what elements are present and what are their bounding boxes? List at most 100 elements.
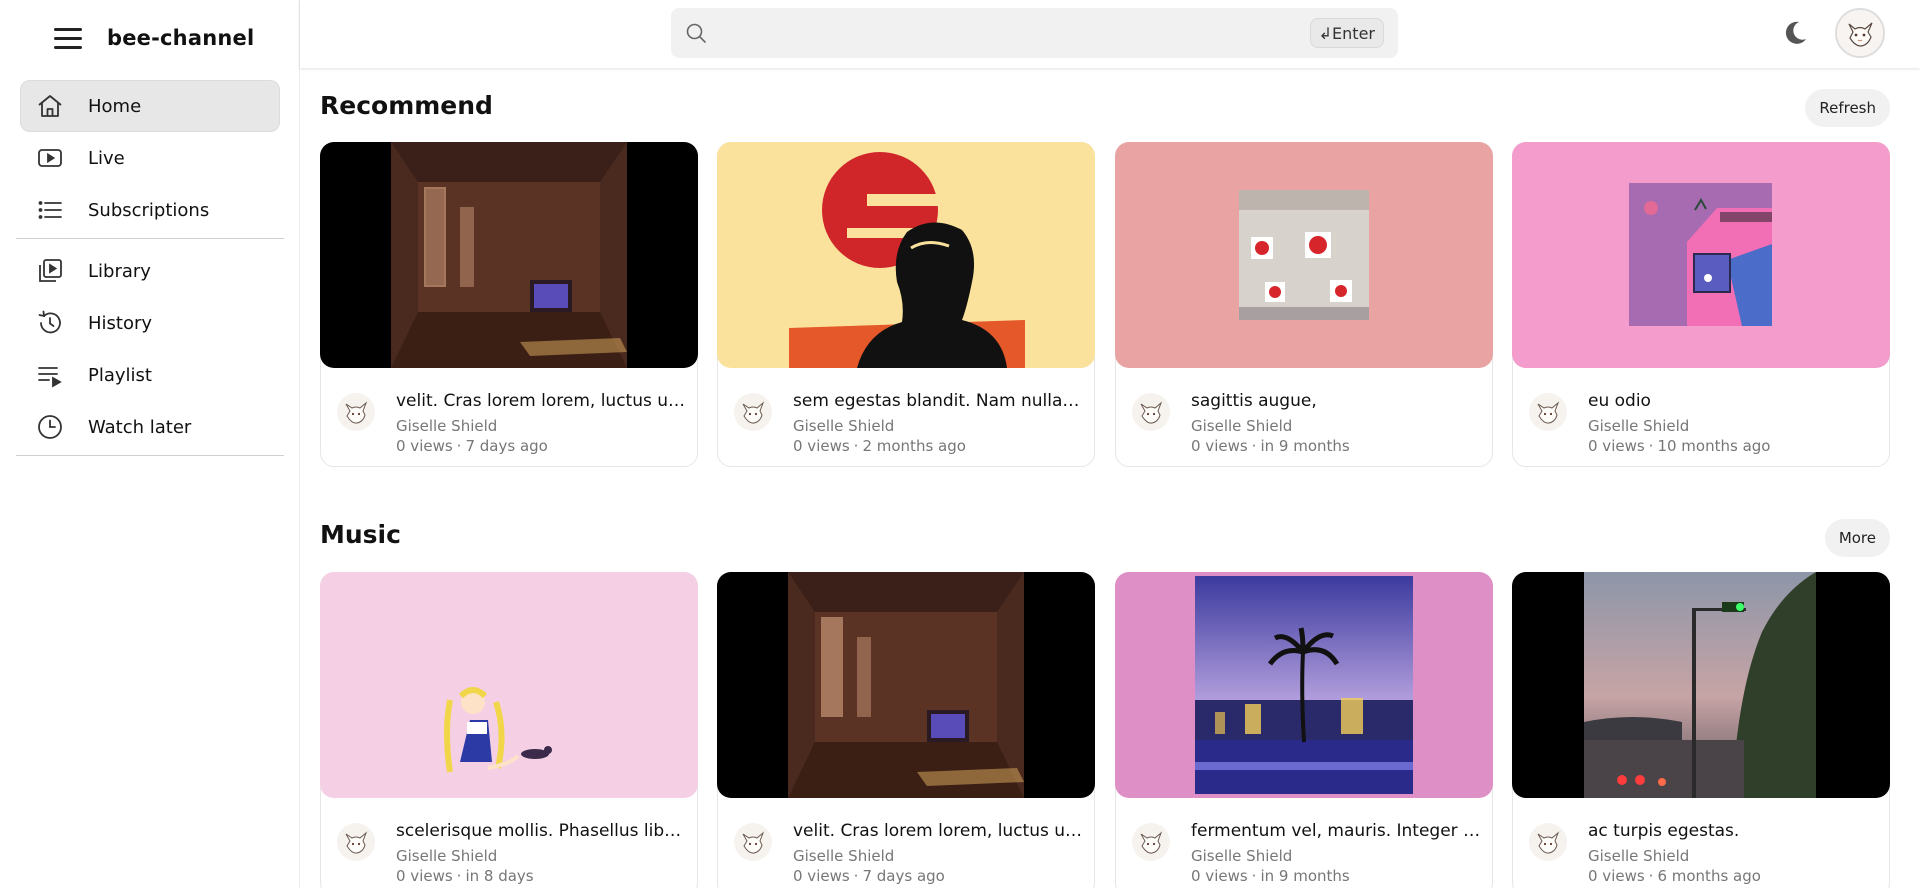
channel-avatar[interactable] <box>1529 823 1567 861</box>
channel-name[interactable]: Giselle Shield <box>396 417 497 435</box>
history-icon <box>36 309 64 337</box>
sidebar-item-label: Subscriptions <box>88 199 210 221</box>
video-info: eu odio Giselle Shield 0 views · 10 months… <box>1513 369 1891 467</box>
video-card[interactable]: fermentum vel, mauris. Integer sem elit,… <box>1115 572 1493 888</box>
upload-time: 10 months ago <box>1657 437 1771 455</box>
video-info: ac turpis egestas. Giselle Shield 0 view… <box>1513 799 1891 888</box>
video-thumbnail[interactable] <box>320 572 698 798</box>
clock-icon <box>36 413 64 441</box>
app: bee-channel Home Live Subscriptions Libr… <box>0 0 1920 888</box>
video-card[interactable]: velit. Cras lorem lorem, luctus ut, pell… <box>717 572 1095 888</box>
brand: bee-channel <box>54 22 254 54</box>
video-title[interactable]: sagittis augue, <box>1191 391 1481 411</box>
upload-time: in 9 months <box>1260 867 1350 885</box>
channel-name[interactable]: Giselle Shield <box>1588 847 1689 865</box>
view-count: 0 views <box>793 437 850 455</box>
moon-icon[interactable] <box>1780 18 1810 48</box>
video-meta: 0 views · 2 months ago <box>793 437 966 455</box>
sidebar-item-label: Library <box>88 260 151 282</box>
view-count: 0 views <box>1191 867 1248 885</box>
sidebar-nav: Home Live Subscriptions Library History … <box>16 80 284 462</box>
library-icon <box>36 257 64 285</box>
video-thumbnail[interactable] <box>1115 572 1493 798</box>
sidebar-item-home[interactable]: Home <box>20 80 280 132</box>
video-grid: velit. Cras lorem lorem, luctus ut, pell… <box>320 142 1890 467</box>
view-count: 0 views <box>396 867 453 885</box>
upload-time: 7 days ago <box>862 867 945 885</box>
channel-name[interactable]: Giselle Shield <box>793 847 894 865</box>
video-meta: 0 views · 7 days ago <box>793 867 945 885</box>
video-info: fermentum vel, mauris. Integer sem elit,… <box>1116 799 1494 888</box>
video-card[interactable]: scelerisque mollis. Phasellus libero mau… <box>320 572 698 888</box>
video-title[interactable]: eu odio <box>1588 391 1878 411</box>
video-info: sem egestas blandit. Nam nulla magna, ma… <box>718 369 1096 467</box>
divider <box>16 455 284 456</box>
video-card[interactable]: sem egestas blandit. Nam nulla magna, ma… <box>717 142 1095 467</box>
view-count: 0 views <box>1588 867 1645 885</box>
section-title: Music <box>320 520 401 549</box>
sidebar-item-subscriptions[interactable]: Subscriptions <box>20 184 280 236</box>
channel-name[interactable]: Giselle Shield <box>1191 417 1292 435</box>
refresh-button[interactable]: Refresh <box>1805 89 1890 127</box>
search-input[interactable] <box>719 18 1279 48</box>
video-meta: 0 views · in 9 months <box>1191 867 1350 885</box>
channel-name[interactable]: Giselle Shield <box>1191 847 1292 865</box>
video-thumbnail[interactable] <box>1115 142 1493 368</box>
view-count: 0 views <box>1191 437 1248 455</box>
channel-name[interactable]: Giselle Shield <box>396 847 497 865</box>
channel-avatar[interactable] <box>1529 393 1567 431</box>
avatar[interactable] <box>1835 8 1885 58</box>
video-title[interactable]: ac turpis egestas. <box>1588 821 1878 841</box>
video-thumbnail[interactable] <box>320 142 698 368</box>
video-thumbnail[interactable] <box>717 142 1095 368</box>
video-title[interactable]: sem egestas blandit. Nam nulla magna, ma… <box>793 391 1083 411</box>
view-count: 0 views <box>793 867 850 885</box>
video-card[interactable]: velit. Cras lorem lorem, luctus ut, pell… <box>320 142 698 467</box>
main-content: Recommend Refresh velit. Cras lorem lore… <box>320 68 1890 888</box>
sidebar-item-playlist[interactable]: Playlist <box>20 349 280 401</box>
video-card[interactable]: sagittis augue, Giselle Shield 0 views · i… <box>1115 142 1493 467</box>
video-card[interactable]: eu odio Giselle Shield 0 views · 10 months… <box>1512 142 1890 467</box>
video-title[interactable]: scelerisque mollis. Phasellus libero mau… <box>396 821 686 841</box>
channel-avatar[interactable] <box>1132 393 1170 431</box>
search-icon[interactable] <box>685 22 707 44</box>
menu-icon[interactable] <box>54 27 82 49</box>
upload-time: 7 days ago <box>465 437 548 455</box>
video-title[interactable]: fermentum vel, mauris. Integer sem elit,… <box>1191 821 1481 841</box>
list-icon <box>36 196 64 224</box>
sidebar-item-label: Live <box>88 147 125 169</box>
sidebar: bee-channel Home Live Subscriptions Libr… <box>0 0 300 888</box>
video-info: sagittis augue, Giselle Shield 0 views · i… <box>1116 369 1494 467</box>
enter-key-hint[interactable]: ↲Enter <box>1309 18 1384 48</box>
video-title[interactable]: velit. Cras lorem lorem, luctus ut, pell… <box>793 821 1083 841</box>
video-thumbnail[interactable] <box>717 572 1095 798</box>
channel-avatar[interactable] <box>337 823 375 861</box>
sidebar-item-live[interactable]: Live <box>20 132 280 184</box>
sidebar-item-label: History <box>88 312 153 334</box>
home-icon <box>36 92 64 120</box>
channel-avatar[interactable] <box>734 823 772 861</box>
video-info: velit. Cras lorem lorem, luctus ut, pell… <box>718 799 1096 888</box>
channel-name[interactable]: Giselle Shield <box>1588 417 1689 435</box>
upload-time: in 8 days <box>465 867 534 885</box>
video-title[interactable]: velit. Cras lorem lorem, luctus ut, pell… <box>396 391 686 411</box>
sidebar-item-watch-later[interactable]: Watch later <box>20 401 280 453</box>
channel-name[interactable]: Giselle Shield <box>793 417 894 435</box>
channel-avatar[interactable] <box>337 393 375 431</box>
channel-avatar[interactable] <box>1132 823 1170 861</box>
video-card[interactable]: ac turpis egestas. Giselle Shield 0 view… <box>1512 572 1890 888</box>
search-bar: ↲Enter <box>671 8 1398 58</box>
video-thumbnail[interactable] <box>1512 142 1890 368</box>
video-meta: 0 views · 7 days ago <box>396 437 548 455</box>
sidebar-item-label: Playlist <box>88 364 152 386</box>
brand-name[interactable]: bee-channel <box>107 26 254 50</box>
sidebar-item-history[interactable]: History <box>20 297 280 349</box>
video-thumbnail[interactable] <box>1512 572 1890 798</box>
top-bar: ↲Enter <box>300 0 1920 68</box>
sidebar-item-library[interactable]: Library <box>20 245 280 297</box>
divider <box>16 238 284 239</box>
more-button[interactable]: More <box>1824 519 1890 557</box>
section-title: Recommend <box>320 91 493 120</box>
channel-avatar[interactable] <box>734 393 772 431</box>
video-meta: 0 views · 10 months ago <box>1588 437 1771 455</box>
